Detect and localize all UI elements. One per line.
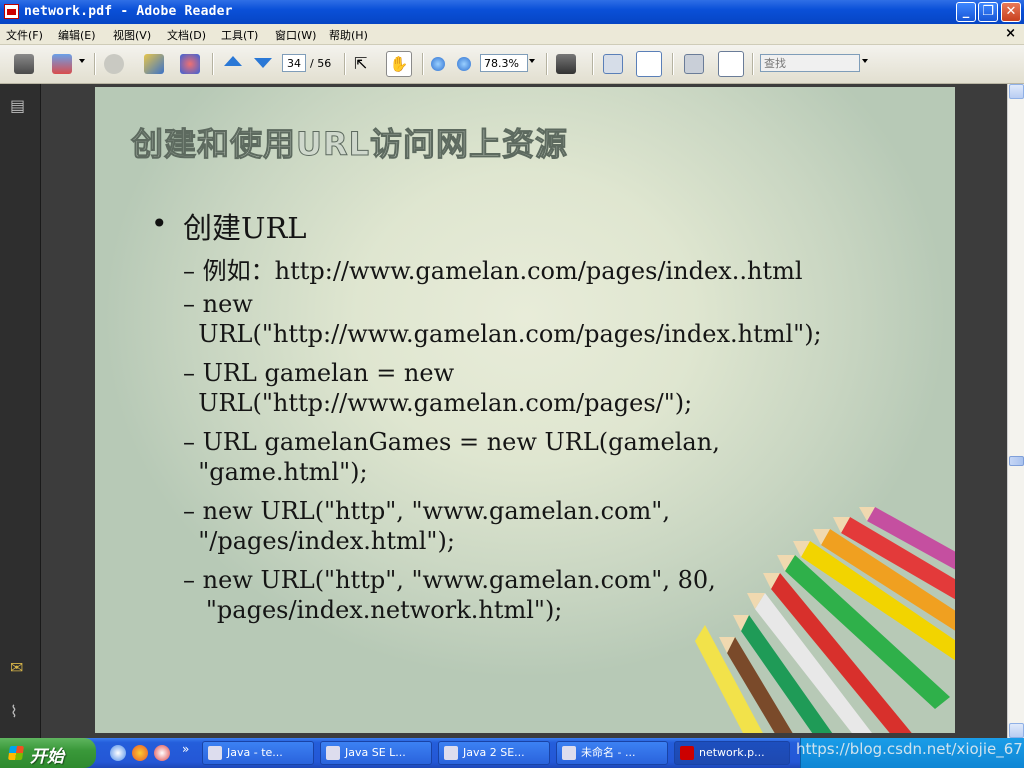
menu-window[interactable]: 窗口(W) <box>275 27 316 43</box>
slide-line: "game.html"); <box>183 458 368 486</box>
minimize-button[interactable]: _ <box>956 2 976 22</box>
page-total: / 56 <box>310 57 332 70</box>
toolbar: 34 / 56 ⇱ ✋ 78.3% 查找 <box>0 45 1024 84</box>
slide-line: "/pages/index.html"); <box>183 527 455 555</box>
scroll-down-button[interactable] <box>1009 723 1024 738</box>
search-dropdown-icon[interactable] <box>862 59 868 63</box>
slide-line: – URL gamelan = new <box>183 359 455 387</box>
pencils-decoration <box>695 507 955 733</box>
previous-page-icon[interactable] <box>224 56 244 76</box>
review-icon[interactable] <box>104 54 124 74</box>
pages-icon[interactable]: ▤ <box>10 96 25 115</box>
attach-tool-icon[interactable] <box>144 54 164 74</box>
snapshot-icon[interactable] <box>556 54 576 74</box>
menu-document[interactable]: 文档(D) <box>167 27 206 43</box>
quicklaunch-more-icon[interactable]: » <box>182 742 189 756</box>
task-untitled[interactable]: 未命名 - ... <box>556 741 668 765</box>
document-close-icon[interactable]: × <box>1005 26 1016 41</box>
hand-icon[interactable]: ✋ <box>386 51 412 77</box>
watermark-text: https://blog.csdn.net/xiojie_67 <box>796 740 1023 758</box>
zoom-in-icon[interactable] <box>457 57 477 77</box>
fit-width-icon[interactable] <box>603 54 623 74</box>
slide-line: "pages/index.network.html"); <box>183 596 563 624</box>
zoom-dropdown-icon[interactable] <box>529 59 535 63</box>
continuous-page-icon[interactable] <box>684 54 704 74</box>
menu-view[interactable]: 视图(V) <box>113 27 151 43</box>
fit-page-icon[interactable] <box>636 51 662 77</box>
slide-line: – new URL("http", "www.gamelan.com", 80, <box>183 566 716 594</box>
slide-line: – 例如：http://www.gamelan.com/pages/index.… <box>183 257 803 285</box>
maximize-button[interactable]: ❐ <box>978 2 998 22</box>
document-icon <box>326 746 340 760</box>
quicklaunch-firefox-icon[interactable] <box>132 745 148 761</box>
slide-line: – new <box>183 290 253 318</box>
print-icon[interactable] <box>14 54 34 74</box>
zoom-out-icon[interactable] <box>431 57 451 77</box>
title-bar: network.pdf - Adobe Reader _ ❐ ✕ <box>0 0 1024 24</box>
email-dropdown-icon[interactable] <box>79 59 85 63</box>
scroll-up-button[interactable] <box>1009 84 1024 99</box>
task-java-se[interactable]: Java SE L... <box>320 741 432 765</box>
slide-line: – new URL("http", "www.gamelan.com", <box>183 497 670 525</box>
pdf-icon <box>680 746 694 760</box>
quicklaunch-app-icon[interactable] <box>154 745 170 761</box>
email-icon[interactable] <box>52 54 72 74</box>
window-title: network.pdf - Adobe Reader <box>24 4 233 19</box>
single-page-icon[interactable] <box>718 51 744 77</box>
menu-file[interactable]: 文件(F) <box>6 27 43 43</box>
task-java-te[interactable]: Java - te... <box>202 741 314 765</box>
zoom-input[interactable]: 78.3% <box>480 54 528 72</box>
slide-line: URL("http://www.gamelan.com/pages/"); <box>183 389 693 417</box>
comment-icon[interactable]: ✉ <box>10 658 23 677</box>
menu-help[interactable]: 帮助(H) <box>329 27 368 43</box>
gear-icon <box>208 746 222 760</box>
commenting-icon[interactable] <box>180 54 200 74</box>
slide-title: 创建和使用URL访问网上资源 <box>130 125 569 164</box>
vertical-scrollbar[interactable] <box>1007 84 1024 738</box>
scroll-thumb[interactable] <box>1009 456 1024 466</box>
slide-line: URL("http://www.gamelan.com/pages/index.… <box>183 320 822 348</box>
app-pdf-icon <box>4 4 19 19</box>
select-icon[interactable]: ⇱ <box>354 54 374 74</box>
close-button[interactable]: ✕ <box>1001 2 1021 22</box>
task-java-2-se[interactable]: Java 2 SE... <box>438 741 550 765</box>
page-number-input[interactable]: 34 <box>282 54 306 72</box>
windows-logo-icon <box>8 746 24 760</box>
help-icon <box>444 746 458 760</box>
navigation-pane: ▤ ✉ ⌇ <box>0 84 41 738</box>
menu-bar: 文件(F) 编辑(E) 视图(V) 文档(D) 工具(T) 窗口(W) 帮助(H… <box>0 24 1024 45</box>
next-page-icon[interactable] <box>254 58 274 78</box>
slide-bullet: 创建URL <box>183 211 307 245</box>
task-network-pdf[interactable]: network.p... <box>674 741 790 765</box>
bullet-dot: • <box>151 207 168 240</box>
search-input[interactable]: 查找 <box>760 54 860 72</box>
start-button[interactable]: 开始 <box>0 738 96 768</box>
pdf-page[interactable]: 创建和使用URL访问网上资源 • 创建URL – 例如：http://www.g… <box>95 87 955 733</box>
slide-line: – URL gamelanGames = new URL(gamelan, <box>183 428 720 456</box>
menu-edit[interactable]: 编辑(E) <box>58 27 96 43</box>
quicklaunch-ie-icon[interactable] <box>110 745 126 761</box>
attach-icon[interactable]: ⌇ <box>10 702 18 721</box>
menu-tools[interactable]: 工具(T) <box>221 27 258 43</box>
paint-icon <box>562 746 576 760</box>
